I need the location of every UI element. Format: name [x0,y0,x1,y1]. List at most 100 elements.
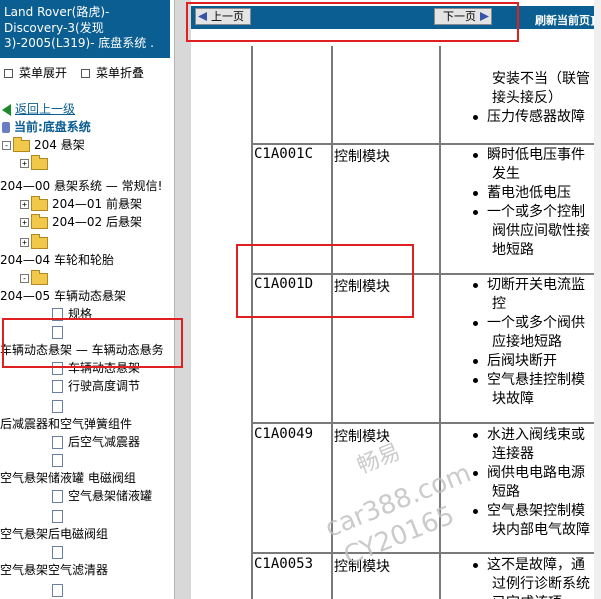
tree-item[interactable]: 204—00 悬架系统 — 常规信! [0,177,162,195]
bullet-icon [473,320,478,326]
collapse-node-icon[interactable]: - [2,141,11,150]
expand-node-icon[interactable]: + [20,159,29,168]
bullet-icon [473,377,478,383]
refresh-page-link[interactable]: 刷新当前页] [535,12,595,28]
table-grid-line [331,46,333,599]
document-title-header: Land Rover(路虎)- Discovery-3(发现 3)-2005(L… [0,0,170,58]
document-icon [52,362,63,375]
tree-item-label: 后空气减震器 [68,435,141,449]
table-grid-line [251,552,601,554]
tree-item[interactable]: +204—02 后悬架 [20,213,142,231]
tree-item-label: 车辆动态悬架 [68,361,141,375]
tree-item[interactable]: - 204 悬架 [2,136,85,154]
next-page-button[interactable]: 下一页 [434,8,492,25]
back-link[interactable]: 返回上一级 [2,100,75,118]
tree-item[interactable] [52,581,68,599]
bullet-icon [473,152,478,158]
cause-text: 控 [492,296,506,312]
tree-item-label: 204—04 车轮和轮胎 [0,253,114,267]
tree-item-label: 规格 [68,307,93,321]
document-icon [52,546,63,559]
cause-text: 已完成该项 [492,594,562,599]
document-icon [52,326,63,339]
bullet-icon [473,114,478,120]
expand-node-icon[interactable]: + [20,218,29,227]
tree-item[interactable]: 规格 [52,305,92,323]
tree-item[interactable]: 后减震器和空气弹簧组件 [0,415,132,433]
previous-page-button[interactable]: 上一页 [195,8,251,25]
cause-text: 过例行诊断系统 [492,576,590,592]
component-cell: 控制模块 [334,559,390,575]
tree-item-label: 后减震器和空气弹簧组件 [0,417,133,431]
document-icon [52,490,63,503]
cause-text: 压力传感器故障 [473,108,585,127]
expand-all-button[interactable]: 菜单展开 [4,66,67,80]
collapse-node-icon[interactable]: - [20,274,29,283]
table-grid-line [251,422,601,424]
collapse-icon [81,69,91,78]
fault-code-cell: C1A001C [254,146,314,162]
tree-item-label: 空气悬架储液罐 [68,489,153,503]
navigation-toolbar: 上一页 下一页 刷新当前页] [191,6,601,29]
tree-item[interactable]: 车辆动态悬架 — 车辆动态悬务 [0,341,164,359]
cause-text: 空气悬架控制模 [473,502,585,521]
tree-item-label: 204—05 车辆动态悬架 [0,289,126,303]
cause-text: 水进入阀线束或 [473,426,585,445]
tree-item[interactable] [52,323,68,341]
table-grid-line [251,143,601,145]
tree-item[interactable]: 空气悬架后电磁阀组 [0,525,108,543]
vertical-scrollbar[interactable] [594,0,601,599]
collapse-all-button[interactable]: 菜单折叠 [81,66,144,80]
bullet-icon [473,562,478,568]
bullet-icon [473,508,478,514]
tree-item[interactable]: 空气悬架空气滤清器 [0,561,108,579]
tree-item-label: 车辆动态悬架 — 车辆动态悬务 [0,343,164,357]
tree-item[interactable]: + [20,233,52,251]
left-navigation-pane: Land Rover(路虎)- Discovery-3(发现 3)-2005(L… [0,0,174,599]
tree-item[interactable] [52,507,68,525]
tree-item-label: 行驶高度调节 [68,379,141,393]
bullet-icon [473,358,478,364]
table-grid-line [251,273,601,275]
bullet-icon [473,190,478,196]
tree-item[interactable]: 后空气减震器 [52,433,140,451]
tree-item[interactable]: 空气悬架储液罐 电磁阀组 [0,469,136,487]
tree-item-label: 204—00 悬架系统 — 常规信! [0,179,163,193]
tree-item[interactable]: 空气悬架储液罐 [52,487,152,505]
table-grid-line [251,46,253,599]
tree-item-label: 空气悬架储液罐 电磁阀组 [0,471,136,485]
cause-text: 块内部电气故障 [492,522,590,538]
cause-text: 阀供应间歇性接 [492,223,590,239]
tree-item[interactable]: 行驶高度调节 [52,377,140,395]
tree-item[interactable] [52,543,68,561]
cause-text: 蓄电池低电压 [473,184,571,203]
tree-item-label: 空气悬架后电磁阀组 [0,527,109,541]
fault-code-cell: C1A0053 [254,556,314,572]
component-cell: 控制模块 [334,429,390,445]
tree-item[interactable]: - [20,269,52,287]
title-line-1: Land Rover(路虎)- [4,5,110,19]
back-arrow-icon [2,103,11,116]
cause-text: 一个或多个阀供 [473,314,585,333]
folder-icon [31,233,48,249]
document-icon [52,308,63,321]
folder-icon [31,154,48,170]
tree-item[interactable]: 204—04 车轮和轮胎 [0,251,114,269]
document-icon [52,454,63,467]
cause-text: 空气悬挂控制模 [473,371,585,390]
bullet-icon [473,209,478,215]
content-pane: 上一页 下一页 刷新当前页] 安装不当（联管 接头接反） 压力传感器故障 C1A001… [191,0,601,599]
tree-item[interactable] [52,451,68,469]
tree-item[interactable]: 204—05 车辆动态悬架 [0,287,126,305]
menu-controls: 菜单展开 菜单折叠 [4,64,144,81]
expand-node-icon[interactable]: + [20,238,29,247]
tree-item[interactable]: +204—01 前悬架 [20,195,142,213]
pane-splitter[interactable] [174,0,191,599]
table-grid-line [439,46,441,599]
tree-item[interactable]: 车辆动态悬架 [52,359,140,377]
bullet-icon [473,470,478,476]
tree-item[interactable] [52,397,68,415]
tree-item[interactable]: + [20,154,52,172]
document-icon [52,400,63,413]
expand-node-icon[interactable]: + [20,200,29,209]
